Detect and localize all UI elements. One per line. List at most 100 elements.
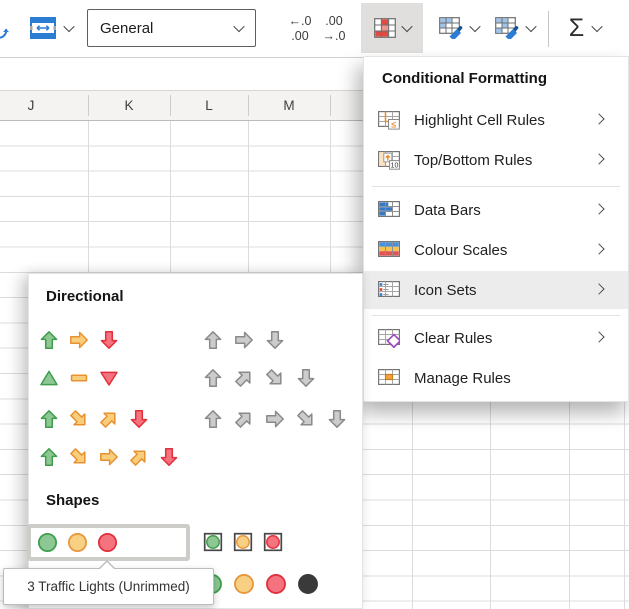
svg-text:10: 10 [391, 162, 399, 169]
clear-rules-icon [377, 328, 401, 349]
arrow-se-gray-icon [296, 409, 316, 429]
menu-item-icon-sets[interactable]: Icon Sets [364, 271, 628, 309]
decrease-decimal-label: .00 [325, 14, 342, 29]
arrow-se-orange-icon [69, 447, 89, 467]
menu-item-label: Manage Rules [414, 370, 511, 387]
arrow-right-gray-icon [265, 409, 285, 429]
submenu-chevron-icon [593, 113, 604, 124]
arrow-ne-gray-icon [234, 409, 254, 429]
triangle-down-red-icon [99, 368, 119, 388]
arrow-down-red-icon [129, 409, 149, 429]
icon-set-option-4-arrows-coloured[interactable] [39, 409, 149, 429]
column-separator [170, 95, 171, 116]
increase-decimal-label: .00 [291, 29, 308, 44]
arrow-up-gray-icon [203, 409, 223, 429]
arrow-se-gray-icon [265, 368, 285, 388]
directional-row [29, 330, 362, 352]
icon-set-option-3-traffic-lights-rimmed[interactable] [203, 532, 283, 552]
menu-item-manage-rules[interactable]: Manage Rules [364, 359, 628, 397]
circle-black-icon [297, 573, 319, 595]
conditional-formatting-menu: Conditional Formatting ≤Highlight Cell R… [363, 56, 629, 402]
menu-title: Conditional Formatting [382, 70, 547, 87]
circle-amber-icon [233, 573, 255, 595]
menu-item-label: Data Bars [414, 202, 481, 219]
conditional-formatting-button[interactable] [361, 3, 423, 53]
format-as-table-icon [439, 17, 464, 39]
sigma-icon: Σ [569, 16, 584, 41]
submenu-chevron-icon [593, 331, 604, 342]
column-header-m[interactable]: M [269, 91, 309, 120]
icon-set-option-5-arrows-gray[interactable] [203, 409, 347, 429]
submenu-chevron-icon [593, 203, 604, 214]
menu-item-colour-scales[interactable]: Colour Scales [364, 231, 628, 269]
ribbon-toolbar: General ←.0 .00 .00 →.0 [0, 0, 629, 58]
icon-set-option-5-arrows-coloured[interactable] [39, 447, 179, 467]
data-bars-icon [377, 200, 401, 221]
format-as-table-button[interactable] [429, 3, 489, 53]
column-header-k[interactable]: K [109, 91, 149, 120]
tooltip-text: 3 Traffic Lights (Unrimmed) [27, 579, 190, 594]
chevron-down-icon [525, 21, 536, 32]
chevron-down-icon [63, 21, 74, 32]
arrow-right-orange-icon [69, 330, 89, 350]
directional-row [29, 368, 362, 390]
arrow-down-red-icon [159, 447, 179, 467]
icon-set-option-3-traffic-lights-unrimmed[interactable] [27, 524, 190, 561]
circle-red-icon [97, 532, 118, 553]
menu-item-highlight-cell-rules[interactable]: ≤Highlight Cell Rules [364, 101, 628, 139]
excel-window: J K L M [0, 0, 629, 609]
column-header-j[interactable]: J [11, 91, 51, 120]
rimmed-red-icon [263, 532, 283, 552]
wrap-text-icon[interactable] [0, 22, 9, 42]
menu-separator [372, 315, 620, 316]
tooltip: 3 Traffic Lights (Unrimmed) [3, 568, 214, 605]
decrease-decimal-label: →.0 [323, 29, 346, 44]
arrow-right-orange-icon [99, 447, 119, 467]
menu-item-label: Top/Bottom Rules [414, 152, 532, 169]
arrow-ne-gray-icon [234, 368, 254, 388]
column-separator [330, 95, 331, 116]
submenu-chevron-icon [593, 153, 604, 164]
decrease-decimal-button[interactable]: .00 →.0 [314, 10, 354, 48]
arrow-right-gray-icon [234, 330, 254, 350]
arrow-up-green-icon [39, 447, 59, 467]
icon-set-option-4-traffic-lights[interactable] [201, 573, 319, 595]
triangle-up-green-icon [39, 368, 59, 388]
menu-item-data-bars[interactable]: Data Bars [364, 191, 628, 229]
arrow-up-gray-icon [203, 368, 223, 388]
increase-decimal-label: ←.0 [289, 14, 312, 29]
manage-rules-icon [377, 368, 401, 389]
circle-red-icon [265, 573, 287, 595]
column-header-l[interactable]: L [189, 91, 229, 120]
submenu-chevron-icon [593, 243, 604, 254]
chevron-down-icon [401, 21, 412, 32]
icon-set-option-3-arrows-gray[interactable] [203, 330, 285, 350]
arrow-down-red-icon [99, 330, 119, 350]
top-bottom-rules-icon: 10 [377, 150, 401, 171]
icon-set-option-4-arrows-gray[interactable] [203, 368, 316, 388]
rimmed-green-icon [203, 532, 223, 552]
flyout-section-title-shapes: Shapes [46, 492, 99, 509]
arrow-down-gray-icon [296, 368, 316, 388]
menu-item-label: Icon Sets [414, 282, 477, 299]
colour-scales-icon [377, 240, 401, 261]
menu-separator [372, 186, 620, 187]
menu-item-top-bottom-rules[interactable]: 10 Top/Bottom Rules [364, 141, 628, 179]
arrow-se-orange-icon [69, 409, 89, 429]
circle-green-icon [37, 532, 58, 553]
chevron-down-icon [233, 21, 244, 32]
autosum-button[interactable]: Σ [554, 3, 616, 53]
icon-set-option-3-triangles[interactable] [39, 368, 119, 388]
number-format-dropdown[interactable]: General [87, 9, 256, 47]
menu-item-clear-rules[interactable]: Clear Rules [364, 319, 628, 357]
arrow-up-green-icon [39, 330, 59, 350]
toolbar-divider [548, 11, 549, 47]
conditional-formatting-icon [374, 18, 396, 38]
icon-set-option-3-arrows-coloured[interactable] [39, 330, 119, 350]
circle-amber-icon [67, 532, 88, 553]
column-separator [248, 95, 249, 116]
menu-item-label: Colour Scales [414, 242, 507, 259]
merge-cells-icon [30, 17, 56, 39]
merge-cells-button[interactable] [27, 14, 75, 42]
cell-styles-button[interactable] [485, 3, 545, 53]
